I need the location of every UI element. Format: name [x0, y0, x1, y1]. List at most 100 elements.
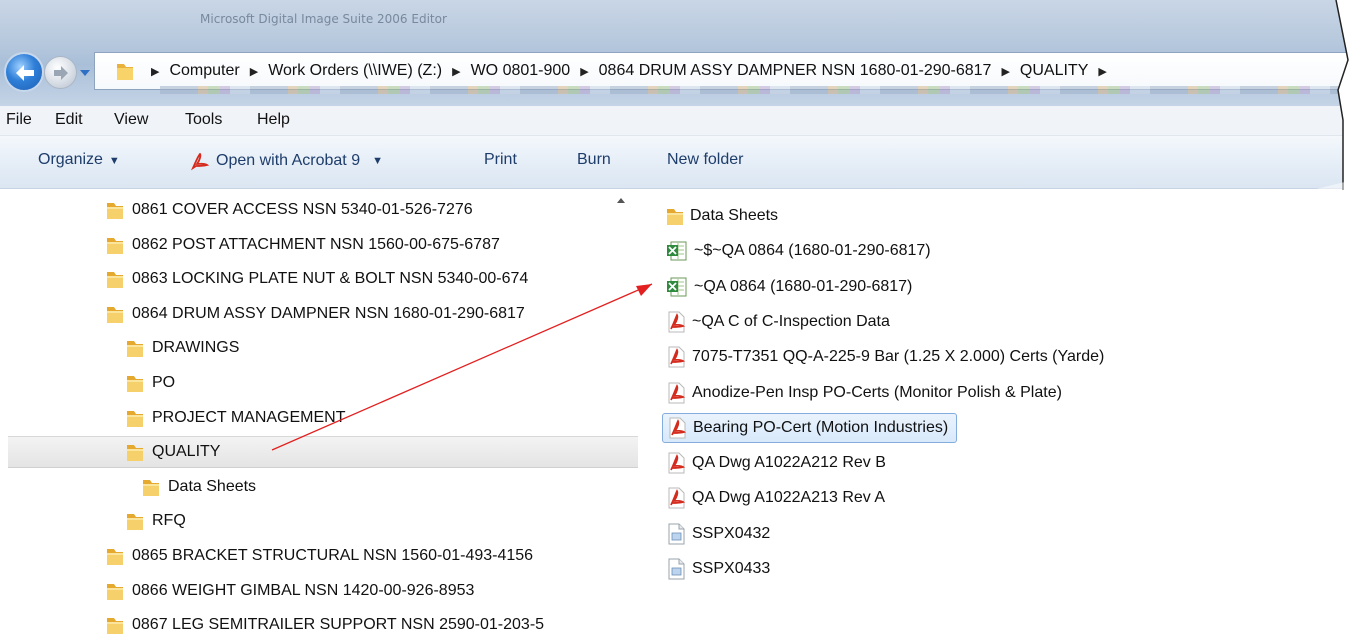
organize-button[interactable]: Organize ▼ [38, 151, 120, 169]
menu-help[interactable]: Help [257, 111, 290, 129]
menu-bar: File Edit View Tools Help [0, 106, 1353, 136]
tree-item[interactable]: 0865 BRACKET STRUCTURAL NSN 1560-01-493-… [106, 540, 533, 572]
chevron-down-icon: ▼ [372, 155, 383, 167]
tree-item[interactable]: PO [126, 367, 175, 399]
file-list-item[interactable]: Anodize-Pen Insp PO-Certs (Monitor Polis… [666, 378, 1070, 408]
file-name: QA Dwg A1022A213 Rev A [692, 489, 886, 507]
breadcrumb-0864-drum-assy[interactable]: 0864 DRUM ASSY DAMPNER NSN 1680-01-290-6… [599, 62, 992, 80]
file-icon [668, 523, 685, 545]
pdf-icon [668, 311, 686, 333]
file-name: SSPX0433 [692, 560, 771, 577]
folder-icon [107, 618, 123, 635]
file-list-item[interactable]: Bearing PO-Cert (Motion Industries) [662, 412, 958, 443]
navigation-pane[interactable]: 0861 COVER ACCESS NSN 5340-01-526-7276 08… [0, 190, 640, 640]
scroll-up-arrow-icon[interactable] [613, 192, 629, 208]
recent-pages-dropdown-icon[interactable] [79, 68, 91, 78]
tree-item-label: 0867 LEG SEMITRAILER SUPPORT NSN 2590-01… [132, 616, 545, 634]
back-arrow-icon [16, 65, 34, 81]
tree-item-label: QUALITY [152, 443, 221, 461]
tree-item[interactable]: DRAWINGS [126, 332, 239, 364]
breadcrumb-separator-icon[interactable]: ▶ [250, 65, 258, 78]
file-icon [668, 558, 685, 580]
new-folder-button[interactable]: New folder [667, 151, 743, 169]
open-with-acrobat-button[interactable]: Open with Acrobat 9 ▼ [190, 151, 383, 171]
tree-item[interactable]: 0866 WEIGHT GIMBAL NSN 1420-00-926-8953 [106, 575, 474, 607]
menu-tools[interactable]: Tools [185, 111, 222, 129]
excel-icon [667, 241, 687, 261]
organize-label: Organize [38, 151, 103, 168]
forward-button[interactable] [44, 56, 77, 89]
tree-item-label: PROJECT MANAGEMENT [152, 408, 346, 426]
folder-icon [107, 237, 123, 254]
breadcrumb-separator-icon[interactable]: ▶ [452, 65, 460, 78]
file-list-item[interactable]: Data Sheets [666, 201, 786, 231]
tree-item[interactable]: 0861 COVER ACCESS NSN 5340-01-526-7276 [106, 194, 473, 226]
breadcrumb-separator-icon[interactable]: ▶ [580, 65, 588, 78]
pdf-icon [668, 452, 686, 474]
tree-item[interactable]: QUALITY [8, 436, 638, 469]
file-list-item[interactable]: SSPX0432 [666, 519, 778, 549]
file-list-item[interactable]: ~$~QA 0864 (1680-01-290-6817) [666, 236, 939, 266]
pdf-icon [669, 417, 687, 439]
acrobat-icon [190, 152, 210, 171]
menu-file[interactable]: File [6, 111, 32, 129]
breadcrumb-separator-icon[interactable]: ▶ [151, 65, 159, 78]
tree-item[interactable]: RFQ [126, 505, 186, 537]
breadcrumb-computer[interactable]: Computer [169, 62, 239, 80]
file-list-item[interactable]: QA Dwg A1022A213 Rev A [666, 483, 893, 513]
tree-item-label: PO [152, 374, 176, 391]
menu-edit[interactable]: Edit [55, 111, 83, 129]
folder-icon [107, 203, 123, 219]
file-name: Bearing PO-Cert (Motion Industries) [693, 418, 949, 436]
file-list-item[interactable]: 7075-T7351 QQ-A-225-9 Bar (1.25 X 2.000)… [666, 342, 1112, 372]
pdf-icon [668, 346, 686, 368]
folder-icon [107, 306, 123, 323]
address-bar[interactable]: ▶ Computer ▶ Work Orders (\\IWE) (Z:) ▶ … [94, 52, 1353, 90]
excel-icon [667, 277, 687, 297]
tree-item[interactable]: PROJECT MANAGEMENT [126, 402, 346, 434]
forward-arrow-icon [54, 66, 68, 80]
print-button[interactable]: Print [484, 151, 517, 169]
breadcrumb-separator-icon[interactable]: ▶ [1001, 65, 1009, 78]
menu-view[interactable]: View [114, 111, 148, 129]
file-list-item[interactable]: QA Dwg A1022A212 Rev B [666, 448, 894, 478]
file-name: 7075-T7351 QQ-A-225-9 Bar (1.25 X 2.000)… [692, 348, 1105, 366]
breadcrumb-separator-icon[interactable]: ▶ [1098, 65, 1106, 78]
breadcrumb-work-orders[interactable]: Work Orders (\\IWE) (Z:) [268, 62, 442, 80]
file-list-item[interactable]: ~QA 0864 (1680-01-290-6817) [666, 272, 920, 302]
tree-item[interactable]: 0862 POST ATTACHMENT NSN 1560-00-675-678… [106, 229, 500, 261]
folder-icon [127, 514, 143, 531]
pdf-icon [668, 487, 686, 509]
tree-item-label: RFQ [152, 512, 186, 530]
file-list-pane[interactable]: Data Sheets ~$~QA 0864 (1680-01-290-6817)… [640, 190, 1353, 640]
tree-item[interactable]: Data Sheets [142, 471, 256, 503]
folder-icon [143, 479, 159, 496]
breadcrumb-wo-0801-900[interactable]: WO 0801-900 [471, 62, 571, 80]
file-list-item[interactable]: ~QA C of C-Inspection Data [666, 307, 898, 337]
breadcrumb: ▶ Computer ▶ Work Orders (\\IWE) (Z:) ▶ … [141, 62, 1117, 80]
file-name: ~QA C of C-Inspection Data [692, 312, 890, 330]
tree-item[interactable]: 0867 LEG SEMITRAILER SUPPORT NSN 2590-01… [106, 609, 544, 640]
folder-icon [117, 64, 133, 80]
folder-icon [107, 583, 123, 600]
tree-item[interactable]: 0864 DRUM ASSY DAMPNER NSN 1680-01-290-6… [106, 298, 525, 330]
burn-button[interactable]: Burn [577, 151, 611, 169]
command-bar: Organize ▼ Open with Acrobat 9 ▼ Print Bur… [0, 136, 1353, 189]
chevron-down-icon: ▼ [108, 155, 120, 167]
back-button[interactable] [4, 52, 44, 92]
tree-item-label: 0864 DRUM ASSY DAMPNER NSN 1680-01-290-6… [132, 304, 525, 322]
file-list-item[interactable]: SSPX0433 [666, 554, 778, 584]
folder-icon [107, 272, 123, 289]
folder-icon [127, 341, 143, 358]
breadcrumb-quality[interactable]: QUALITY [1020, 62, 1088, 80]
open-with-label: Open with Acrobat 9 [216, 152, 361, 169]
tree-item-label: 0865 BRACKET STRUCTURAL NSN 1560-01-493-… [132, 547, 534, 564]
folder-icon [127, 445, 143, 462]
file-name: Anodize-Pen Insp PO-Certs (Monitor Polis… [692, 383, 1062, 401]
tree-item-label: 0863 LOCKING PLATE NUT & BOLT NSN 5340-0… [132, 270, 529, 288]
tree-item-label: 0862 POST ATTACHMENT NSN 1560-00-675-678… [132, 235, 500, 253]
tree-item-label: 0866 WEIGHT GIMBAL NSN 1420-00-926-8953 [132, 581, 475, 599]
tree-item-label: Data Sheets [168, 477, 257, 495]
tree-item[interactable]: 0863 LOCKING PLATE NUT & BOLT NSN 5340-0… [106, 263, 528, 295]
file-name: QA Dwg A1022A212 Rev B [692, 454, 886, 472]
